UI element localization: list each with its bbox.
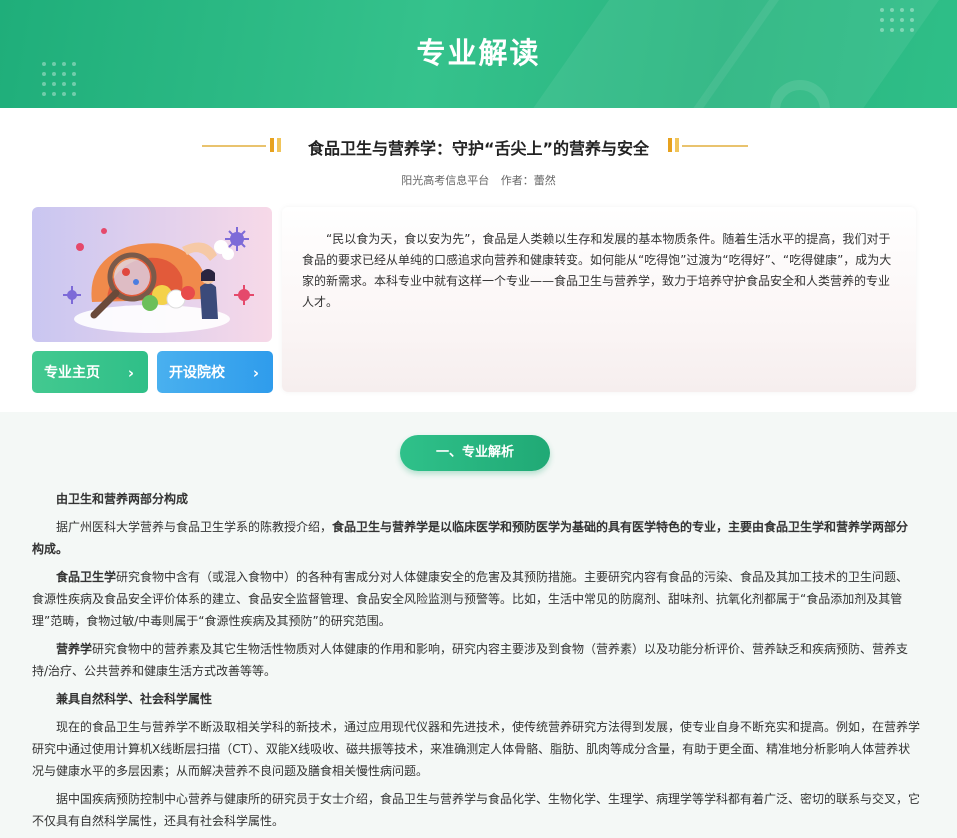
chevron-right-icon: ›: [127, 364, 134, 382]
section-heading-badge: 一、专业解析: [400, 435, 550, 471]
article-meta: 阳光高考信息平台 作者：蕾然: [0, 172, 957, 188]
paragraph-emphasis: 食品卫生学: [56, 570, 117, 584]
intro-paragraph: “民以食为天，食以安为先”，食品是人类赖以生存和发展的基本物质条件。随着生活水平…: [302, 232, 892, 309]
title-decoration-bars: [668, 138, 679, 152]
header-banner: 专业解读: [0, 0, 957, 108]
banner-dots: [880, 8, 914, 32]
article-title: 食品卫生与营养学：守护“舌尖上”的营养与安全: [307, 139, 650, 158]
article-source: 阳光高考信息平台: [401, 174, 490, 187]
page-title: 专业解读: [416, 36, 541, 70]
subheading: 由卫生和营养两部分构成: [56, 492, 189, 506]
paragraph: 食品卫生学研究食物中含有（或混入食物中）的各种有害成分对人体健康安全的危害及其预…: [32, 566, 920, 632]
paragraph: 现在的食品卫生与营养学不断汲取相关学科的新技术，通过应用现代仪器和先进技术，使传…: [32, 720, 921, 778]
title-decoration-line: [202, 145, 266, 147]
paragraph-text: 研究食物中的营养素及其它生物活性物质对人体健康的作用和影响，研究内容主要涉及到食…: [32, 642, 909, 678]
paragraph: 营养学研究食物中的营养素及其它生物活性物质对人体健康的作用和影响，研究内容主要涉…: [32, 638, 920, 682]
subheading: 兼具自然科学、社会科学属性: [56, 692, 213, 706]
major-homepage-label: 专业主页: [44, 365, 100, 381]
article-author: 作者：蕾然: [500, 174, 556, 187]
intro-box: “民以食为天，食以安为先”，食品是人类赖以生存和发展的基本物质条件。随着生活水平…: [282, 207, 916, 392]
chevron-right-icon: ›: [252, 364, 259, 382]
offering-schools-button[interactable]: 开设院校 ›: [157, 351, 273, 393]
offering-schools-label: 开设院校: [169, 365, 225, 381]
food-safety-illustration: [63, 227, 254, 333]
paragraph-text: 据广州医科大学营养与食品卫生学系的陈教授介绍，: [56, 520, 333, 534]
section-body: 由卫生和营养两部分构成 据广州医科大学营养与食品卫生学系的陈教授介绍，食品卫生与…: [32, 488, 920, 838]
article-title-row: 食品卫生与营养学：守护“舌尖上”的营养与安全: [0, 133, 957, 159]
major-homepage-button[interactable]: 专业主页 ›: [32, 351, 148, 393]
title-decoration-bars: [270, 138, 281, 152]
major-illustration: [32, 207, 272, 342]
paragraph: 据广州医科大学营养与食品卫生学系的陈教授介绍，食品卫生与营养学是以临床医学和预防…: [32, 516, 920, 560]
paragraph: 据中国疾病预防控制中心营养与健康所的研究员于女士介绍，食品卫生与营养学与食品化学…: [32, 792, 921, 828]
paragraph-text: 研究食物中含有（或混入食物中）的各种有害成分对人体健康安全的危害及其预防措施。主…: [32, 570, 909, 628]
title-decoration-line: [682, 145, 748, 147]
paragraph-emphasis: 营养学: [56, 642, 93, 656]
